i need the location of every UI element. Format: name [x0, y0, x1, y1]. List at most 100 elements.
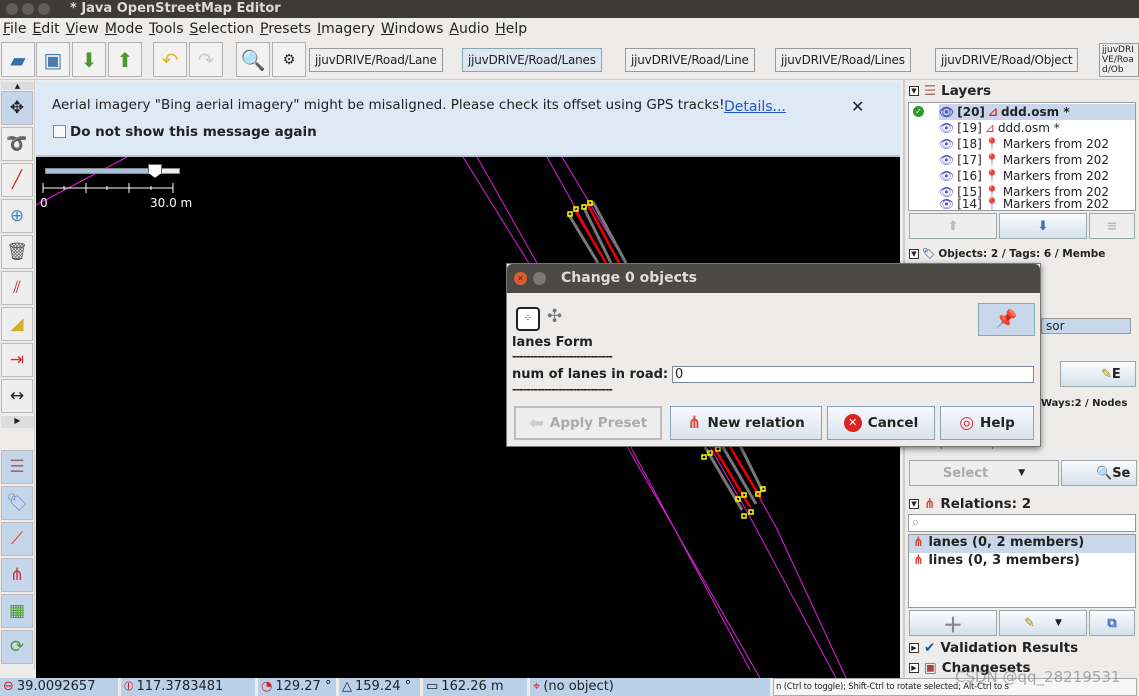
close-window-icon[interactable] — [6, 3, 18, 15]
preset-road-object[interactable]: jjuvDRIVE/Road/Object — [935, 48, 1079, 72]
new-relation-button[interactable]: ⋔ New relation — [670, 406, 822, 440]
extrude-icon[interactable]: ↔ — [1, 379, 33, 413]
lasso-icon[interactable]: ➰ — [1, 127, 33, 161]
eye-icon[interactable]: 👁 — [939, 197, 954, 211]
relation-search-input[interactable]: ⌕ — [908, 514, 1136, 532]
preset-road-lane[interactable]: jjuvDRIVE/Road/Lane — [309, 48, 443, 72]
apply-icon: ⬅ — [528, 412, 544, 434]
save-icon[interactable]: ▣ — [36, 42, 70, 77]
eye-icon[interactable]: 👁 — [939, 169, 954, 183]
eye-icon[interactable]: 👁 — [939, 137, 954, 151]
map-toggle-icon[interactable]: ▦ — [1, 594, 33, 628]
dont-show-checkbox[interactable] — [53, 125, 66, 138]
menu-audio[interactable]: Audio — [449, 21, 495, 37]
preset-road-lanes[interactable]: jjuvDRIVE/Road/Lanes — [462, 48, 602, 72]
layers-header[interactable]: ▼ ☰ Layers — [909, 83, 991, 99]
measure-icon[interactable]: ◢ — [1, 307, 33, 341]
minimize-window-icon[interactable] — [22, 3, 34, 15]
redo-icon[interactable]: ↷ — [189, 42, 223, 77]
open-icon[interactable]: ▰ — [1, 42, 35, 77]
scroll-up-icon[interactable]: ▲ — [1, 82, 34, 90]
apply-preset-button[interactable]: ⬅ Apply Preset — [514, 406, 662, 440]
validation-header[interactable]: ▶ ✔ Validation Results — [909, 640, 1078, 656]
relations-toggle-icon[interactable]: ⋔ — [1, 558, 33, 592]
menu-view[interactable]: View — [66, 21, 105, 37]
improve-way-icon[interactable]: ⇥ — [1, 343, 33, 377]
parallel-icon[interactable]: ⫽ — [1, 271, 33, 305]
preferences-icon[interactable]: ⚙ — [272, 42, 306, 77]
preset-road-lines[interactable]: jjuvDRIVE/Road/Lines — [775, 48, 911, 72]
edit-relation-button[interactable]: ✎ ▼ — [999, 610, 1087, 636]
select-button[interactable]: Select ▼ — [909, 460, 1059, 486]
undo-icon[interactable]: ↶ — [153, 42, 187, 77]
move-up-button[interactable]: ⬆ — [909, 213, 997, 239]
relation-item[interactable]: ⋔ lanes (0, 2 members) — [909, 535, 1135, 553]
eye-icon[interactable]: 👁 — [939, 105, 954, 119]
pin-toggle-button[interactable]: 📌 — [978, 303, 1035, 336]
relation-item[interactable]: ⋔ lines (0, 3 members) — [909, 553, 1135, 571]
menu-tools[interactable]: Tools — [149, 21, 190, 37]
selection-toggle-icon[interactable]: ⟋ — [1, 522, 33, 556]
menu-imagery[interactable]: Imagery — [317, 21, 381, 37]
lanes-input[interactable]: 0 — [672, 366, 1034, 383]
layer-item[interactable]: 👁 [17] 📍 Markers from 202 — [939, 152, 1109, 168]
maximize-window-icon[interactable] — [38, 3, 50, 15]
collapse-icon[interactable]: ▼ — [909, 86, 919, 96]
layer-item[interactable]: 👁 [18] 📍 Markers from 202 — [939, 136, 1109, 152]
layer-item[interactable]: 👁 [19] ⊿ ddd.osm * — [939, 120, 1060, 136]
close-notification-button[interactable]: ✕ — [851, 97, 864, 116]
delete-icon[interactable]: 🗑 — [1, 235, 33, 269]
lifebuoy-icon: ◎ — [959, 413, 975, 433]
angle: △ 159.24 ° — [339, 678, 420, 696]
eye-icon[interactable]: 👁 — [939, 153, 954, 167]
zoom-icon[interactable]: 🔍 — [236, 42, 270, 77]
scale-start: 0 — [40, 196, 48, 210]
dialog-maximize-icon[interactable] — [533, 272, 546, 285]
add-relation-button[interactable]: ＋ — [909, 610, 997, 637]
edit-tag-button[interactable]: ✎ E — [1060, 361, 1136, 387]
heading: ◔ 129.27 ° — [258, 678, 336, 696]
menu-help[interactable]: Help — [495, 21, 533, 37]
objects-header[interactable]: ▼ 🏷 Objects: 2 / Tags: 6 / Membe — [909, 247, 1105, 260]
layer-item[interactable]: 👁 [16] 📍 Markers from 202 — [939, 168, 1109, 184]
duplicate-relation-button[interactable]: ⧉ — [1089, 610, 1135, 636]
relations-header[interactable]: ▼ ⋔ Relations: 2 — [909, 496, 1031, 512]
merge-layer-button[interactable]: ≡ — [1089, 213, 1135, 239]
dialog-close-icon[interactable]: ✕ — [514, 272, 527, 285]
move-down-button[interactable]: ⬇ — [999, 213, 1087, 239]
layer-item[interactable]: 👁 [14] 📍 Markers from 202 — [939, 196, 1109, 212]
active-layer-icon: ✓ — [913, 106, 924, 117]
layers-icon: ☰ — [924, 83, 937, 99]
marker-icon: 📍 — [984, 197, 1000, 211]
help-button[interactable]: ◎ Help — [940, 406, 1034, 440]
preset-road-more[interactable]: jjuvDRIVE/Road/Ob — [1099, 43, 1139, 77]
upload-icon[interactable]: ⬆ — [108, 42, 142, 77]
change-objects-dialog: Change 0 objects ✕ ⁘ ✣ 📌 lanes Form ----… — [506, 263, 1041, 447]
menu-edit[interactable]: Edit — [32, 21, 65, 37]
preset-road-line[interactable]: jjuvDRIVE/Road/Line — [625, 48, 755, 72]
menu-selection[interactable]: Selection — [190, 21, 261, 37]
data-layer-icon: ⊿ — [984, 121, 995, 135]
refresh-icon[interactable]: ⟳ — [1, 630, 33, 664]
menu-file[interactable]: File — [3, 21, 32, 37]
selection-header: Ways:2 / Nodes — [1041, 398, 1128, 409]
menu-mode[interactable]: Mode — [105, 21, 149, 37]
eye-icon[interactable]: 👁 — [939, 121, 954, 135]
cancel-button[interactable]: ✕ Cancel — [827, 406, 935, 440]
tag-cell[interactable]: sor — [1041, 318, 1131, 334]
zoom-mode-icon[interactable]: ⊕ — [1, 199, 33, 233]
layer-item[interactable]: 👁 [20] ⊿ ddd.osm * — [939, 104, 1135, 120]
relation-type-icon: ⁘ — [516, 307, 540, 331]
search-button[interactable]: 🔍 Se — [1061, 460, 1137, 486]
download-icon[interactable]: ⬇ — [72, 42, 106, 77]
tags-toggle-icon[interactable]: 🏷 — [1, 486, 33, 520]
draw-icon[interactable]: ╱ — [1, 163, 33, 197]
details-link[interactable]: Details... — [724, 99, 786, 115]
layers-title: Layers — [941, 83, 992, 99]
scroll-down-icon[interactable]: ▶ — [1, 416, 34, 428]
watermark: CSDN @qq_28219531 — [955, 668, 1121, 686]
menu-presets[interactable]: Presets — [260, 21, 317, 37]
layers-toggle-icon[interactable]: ☰ — [1, 450, 33, 484]
select-mode-icon[interactable]: ✥ — [1, 91, 33, 125]
menu-windows[interactable]: Windows — [381, 21, 450, 37]
